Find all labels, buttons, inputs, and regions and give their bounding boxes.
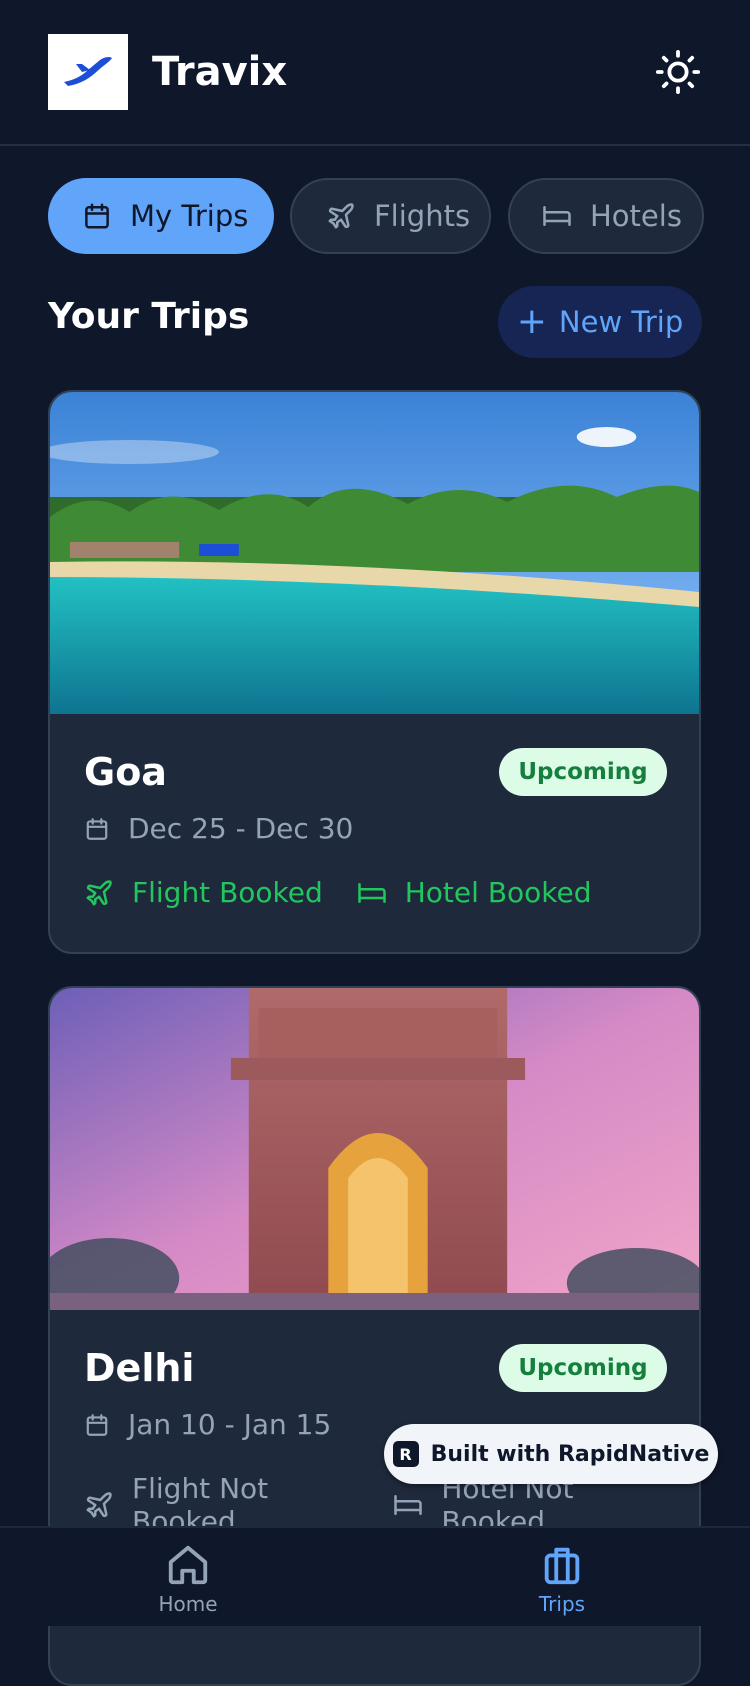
flight-status: Flight Booked xyxy=(84,876,323,909)
app-title: Travix xyxy=(152,49,288,95)
bed-icon xyxy=(542,201,572,231)
new-trip-label: New Trip xyxy=(558,305,684,339)
tab-hotels[interactable]: Hotels xyxy=(508,178,704,254)
booking-status-row: Flight Booked Hotel Booked xyxy=(84,876,626,909)
bottom-nav: Home Trips xyxy=(0,1526,750,1626)
calendar-icon xyxy=(84,1411,110,1439)
trip-dates-text: Jan 10 - Jan 15 xyxy=(128,1408,332,1441)
trip-image-goa-beach xyxy=(50,392,699,714)
section-title: Your Trips xyxy=(48,296,250,337)
plus-icon: + xyxy=(516,301,547,342)
tab-label: My Trips xyxy=(130,199,249,233)
tab-my-trips[interactable]: My Trips xyxy=(48,178,274,254)
built-with-rapidnative-badge[interactable]: R Built with RapidNative xyxy=(384,1424,718,1484)
briefcase-icon xyxy=(539,1542,585,1588)
tab-label: Flights xyxy=(374,199,471,233)
home-icon xyxy=(165,1542,211,1588)
plane-icon xyxy=(84,1490,114,1520)
flight-status-text: Flight Booked xyxy=(132,876,323,909)
trip-dates: Dec 25 - Dec 30 xyxy=(84,812,353,845)
plane-icon xyxy=(84,878,114,908)
trip-dates: Jan 10 - Jan 15 xyxy=(84,1408,331,1441)
bed-icon xyxy=(393,1490,423,1520)
tab-label: Hotels xyxy=(590,199,682,233)
rapidnative-logo-icon: R xyxy=(392,1441,419,1467)
hotel-status: Hotel Booked xyxy=(357,876,592,909)
nav-home[interactable]: Home xyxy=(128,1542,248,1616)
trip-card-goa[interactable]: Goa Upcoming Dec 25 - Dec 30 Flight Book… xyxy=(48,390,701,954)
tab-flights[interactable]: Flights xyxy=(290,178,491,254)
status-badge: Upcoming xyxy=(499,748,667,796)
status-badge: Upcoming xyxy=(499,1344,667,1392)
trip-image-india-gate xyxy=(50,988,699,1310)
calendar-icon xyxy=(82,201,112,231)
calendar-icon xyxy=(84,815,110,843)
plane-icon xyxy=(326,201,356,231)
nav-label: Home xyxy=(158,1592,218,1616)
hotel-status-text: Hotel Booked xyxy=(404,876,592,909)
trip-name: Delhi xyxy=(84,1346,195,1390)
sun-icon xyxy=(655,49,701,95)
new-trip-button[interactable]: + New Trip xyxy=(498,286,702,358)
trip-name: Goa xyxy=(84,750,167,794)
nav-trips[interactable]: Trips xyxy=(502,1542,622,1616)
rapidnative-label: Built with RapidNative xyxy=(430,1441,710,1467)
bed-icon xyxy=(357,878,387,908)
nav-label: Trips xyxy=(538,1592,586,1616)
plane-logo-icon xyxy=(64,56,112,86)
theme-toggle-button[interactable] xyxy=(652,46,704,98)
trip-dates-text: Dec 25 - Dec 30 xyxy=(128,812,354,845)
app-logo xyxy=(48,34,128,110)
